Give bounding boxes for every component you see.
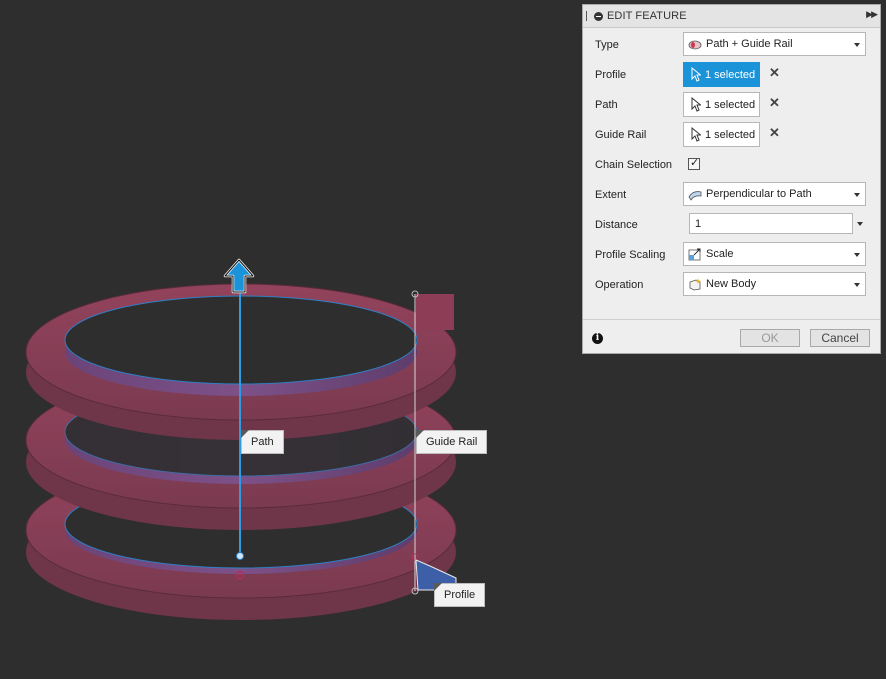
type-label: Type bbox=[595, 39, 619, 51]
extent-dropdown[interactable]: Perpendicular to Path bbox=[683, 182, 866, 206]
ok-button[interactable]: OK bbox=[740, 329, 800, 347]
path-label: Path bbox=[241, 430, 284, 454]
distance-row: Distance 1 bbox=[583, 210, 880, 240]
extent-icon bbox=[688, 191, 702, 201]
profile-scaling-value: Scale bbox=[706, 248, 734, 260]
path-label: Path bbox=[595, 99, 618, 111]
guide-rail-selection-count: 1 selected bbox=[705, 129, 756, 141]
extent-value: Perpendicular to Path bbox=[706, 188, 812, 200]
chain-selection-label: Chain Selection bbox=[595, 159, 673, 171]
distance-value: 1 bbox=[695, 218, 702, 230]
profile-selection-count: 1 selected bbox=[705, 69, 756, 81]
cursor-icon bbox=[691, 127, 701, 142]
clear-profile-icon[interactable]: ✕ bbox=[769, 66, 780, 79]
path-end-point bbox=[236, 552, 244, 560]
operation-label: Operation bbox=[595, 279, 644, 291]
operation-value: New Body bbox=[706, 278, 757, 290]
extent-label: Extent bbox=[595, 189, 627, 201]
collapse-icon[interactable] bbox=[594, 12, 603, 21]
type-dropdown[interactable]: Path + Guide Rail bbox=[683, 32, 866, 56]
profile-label: Profile bbox=[434, 583, 486, 607]
chevron-down-icon bbox=[854, 43, 860, 47]
drag-handle-icon[interactable] bbox=[586, 11, 587, 21]
checkmark-icon: ✓ bbox=[690, 157, 700, 169]
operation-row: Operation New Body bbox=[583, 270, 880, 300]
panel-footer: i OK Cancel bbox=[583, 319, 880, 354]
edit-feature-panel: EDIT FEATURE ▶▶ Type Path + Guide Rail P… bbox=[582, 4, 881, 354]
guide-rail-row: Guide Rail 1 selected ✕ bbox=[583, 120, 880, 150]
path-select-button[interactable]: 1 selected bbox=[683, 92, 760, 117]
panel-header[interactable]: EDIT FEATURE ▶▶ bbox=[583, 5, 880, 28]
guide-rail-label: Guide Rail bbox=[595, 129, 647, 141]
profile-scaling-dropdown[interactable]: Scale bbox=[683, 242, 866, 266]
chain-selection-checkbox[interactable]: ✓ bbox=[688, 157, 700, 170]
info-icon[interactable]: i bbox=[592, 333, 603, 344]
distance-input[interactable]: 1 bbox=[689, 213, 853, 234]
panel-title: EDIT FEATURE bbox=[607, 10, 687, 22]
chevron-down-icon bbox=[854, 193, 860, 197]
distance-label: Distance bbox=[595, 219, 638, 231]
operation-dropdown[interactable]: New Body bbox=[683, 272, 866, 296]
extent-row: Extent Perpendicular to Path bbox=[583, 180, 880, 210]
guide-rail-select-button[interactable]: 1 selected bbox=[683, 122, 760, 147]
distance-dropdown-icon[interactable] bbox=[857, 222, 863, 226]
profile-row: Profile 1 selected ✕ bbox=[583, 60, 880, 90]
cancel-button[interactable]: Cancel bbox=[810, 329, 870, 347]
profile-select-button[interactable]: 1 selected bbox=[683, 62, 760, 87]
sweep-type-icon bbox=[688, 40, 702, 50]
new-body-icon bbox=[689, 278, 701, 291]
path-row: Path 1 selected ✕ bbox=[583, 90, 880, 120]
guide-rail-label: Guide Rail bbox=[416, 430, 488, 454]
clear-guide-rail-icon[interactable]: ✕ bbox=[769, 126, 780, 139]
expand-panel-icon[interactable]: ▶▶ bbox=[866, 9, 878, 20]
chevron-down-icon bbox=[854, 283, 860, 287]
profile-scaling-label: Profile Scaling bbox=[595, 249, 666, 261]
chevron-down-icon bbox=[854, 253, 860, 257]
profile-scaling-row: Profile Scaling Scale bbox=[583, 240, 880, 270]
type-value: Path + Guide Rail bbox=[706, 38, 793, 50]
cursor-icon bbox=[691, 97, 701, 112]
cursor-icon bbox=[691, 67, 701, 82]
type-row: Type Path + Guide Rail bbox=[583, 30, 880, 60]
path-selection-count: 1 selected bbox=[705, 99, 756, 111]
profile-label: Profile bbox=[595, 69, 627, 81]
scale-icon bbox=[688, 248, 701, 261]
clear-path-icon[interactable]: ✕ bbox=[769, 96, 780, 109]
chain-selection-row: Chain Selection ✓ bbox=[583, 150, 880, 180]
